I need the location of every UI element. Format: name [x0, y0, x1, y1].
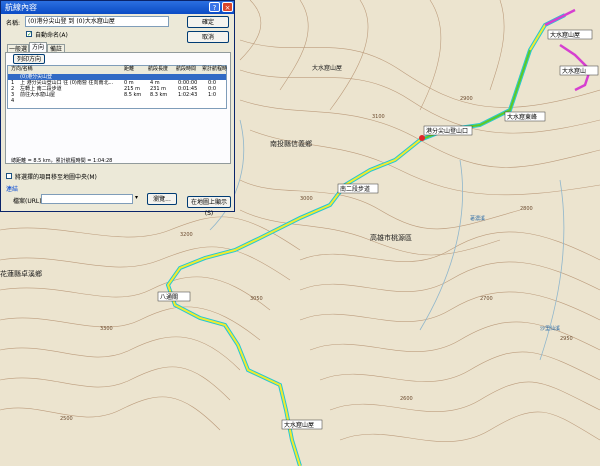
name-field[interactable]: (0)港分尖山登 到 (0)大水窟山屋: [25, 16, 169, 27]
waypoint-peak: 大水窟山: [562, 67, 586, 75]
dialog-title: 航線內容: [5, 3, 37, 12]
svg-text:2950: 2950: [560, 336, 573, 342]
svg-text:3050: 3050: [250, 296, 263, 302]
waypoint-mid: 南二段步道: [340, 185, 370, 193]
link-section-label: 連結: [6, 186, 19, 193]
directions-list[interactable]: 方向/名稱 距離 航段長度 航段時間 累計航程時 (0)港分尖山登 1 上 港分…: [7, 65, 227, 109]
map-label-county-south: 南投縣信義鄉: [270, 139, 312, 148]
route-properties-dialog: 航線內容 ? × 名稱: (0)港分尖山登 到 (0)大水窟山屋 ✓ 自動命名(…: [0, 0, 235, 217]
svg-text:沙里仙溪: 沙里仙溪: [540, 325, 560, 332]
col-leg-length[interactable]: 航段長度: [148, 66, 168, 73]
svg-text:荖濃溪: 荖濃溪: [470, 215, 485, 222]
center-map-label: 將選擇的項目移至地圖中央(M): [15, 174, 97, 181]
cancel-button[interactable]: 取消: [187, 31, 229, 43]
route-summary: 總距離 = 8.5 km，累計航程時間 = 1:04:28: [11, 158, 113, 164]
print-directions-button[interactable]: 列印方向: [13, 54, 45, 64]
name-label: 名稱:: [6, 20, 21, 27]
map-label-east-area: 高雄市桃源區: [370, 233, 412, 242]
waypoint-shelter-top: 大水窟山屋: [550, 31, 580, 39]
svg-text:2500: 2500: [60, 416, 73, 422]
file-url-input[interactable]: [41, 194, 133, 204]
svg-text:2600: 2600: [400, 396, 413, 402]
ok-button[interactable]: 確定: [187, 16, 229, 28]
chevron-down-icon[interactable]: ▾: [135, 194, 138, 201]
col-name[interactable]: 方向/名稱: [11, 66, 33, 73]
svg-text:2900: 2900: [460, 96, 473, 102]
svg-text:2700: 2700: [480, 296, 493, 302]
auto-name-checkbox[interactable]: ✓: [26, 31, 32, 38]
svg-text:3100: 3100: [372, 114, 385, 120]
waypoint-junction1: 大水窟東峰: [507, 113, 537, 121]
close-icon[interactable]: ×: [222, 2, 233, 12]
list-item[interactable]: 4: [8, 98, 226, 104]
center-map-checkbox[interactable]: [6, 173, 12, 179]
col-leg-time[interactable]: 航段時間: [176, 66, 196, 73]
waypoint-start: 港分尖山登山口: [426, 127, 468, 135]
col-total-time[interactable]: 累計航程時: [202, 66, 227, 73]
col-distance[interactable]: 距離: [124, 66, 134, 73]
auto-name-label: 自動命名(A): [35, 32, 68, 39]
map-label-grass-slope: 大水窟山屋: [312, 64, 342, 72]
dialog-titlebar[interactable]: 航線內容 ? ×: [1, 1, 234, 14]
svg-text:3000: 3000: [300, 196, 313, 202]
waypoint-junction2: 八通關: [160, 293, 178, 301]
show-on-map-button[interactable]: 在地圖上顯示(S): [187, 196, 231, 217]
map-label-county-west: 花蓮縣卓溪鄉: [0, 269, 42, 278]
svg-text:2800: 2800: [520, 206, 533, 212]
waypoint-bottom: 大水窟山屋: [284, 421, 314, 429]
svg-text:3200: 3200: [180, 232, 193, 238]
svg-text:3300: 3300: [100, 326, 113, 332]
browse-button[interactable]: 瀏覽...: [147, 193, 177, 205]
help-icon[interactable]: ?: [209, 2, 220, 12]
